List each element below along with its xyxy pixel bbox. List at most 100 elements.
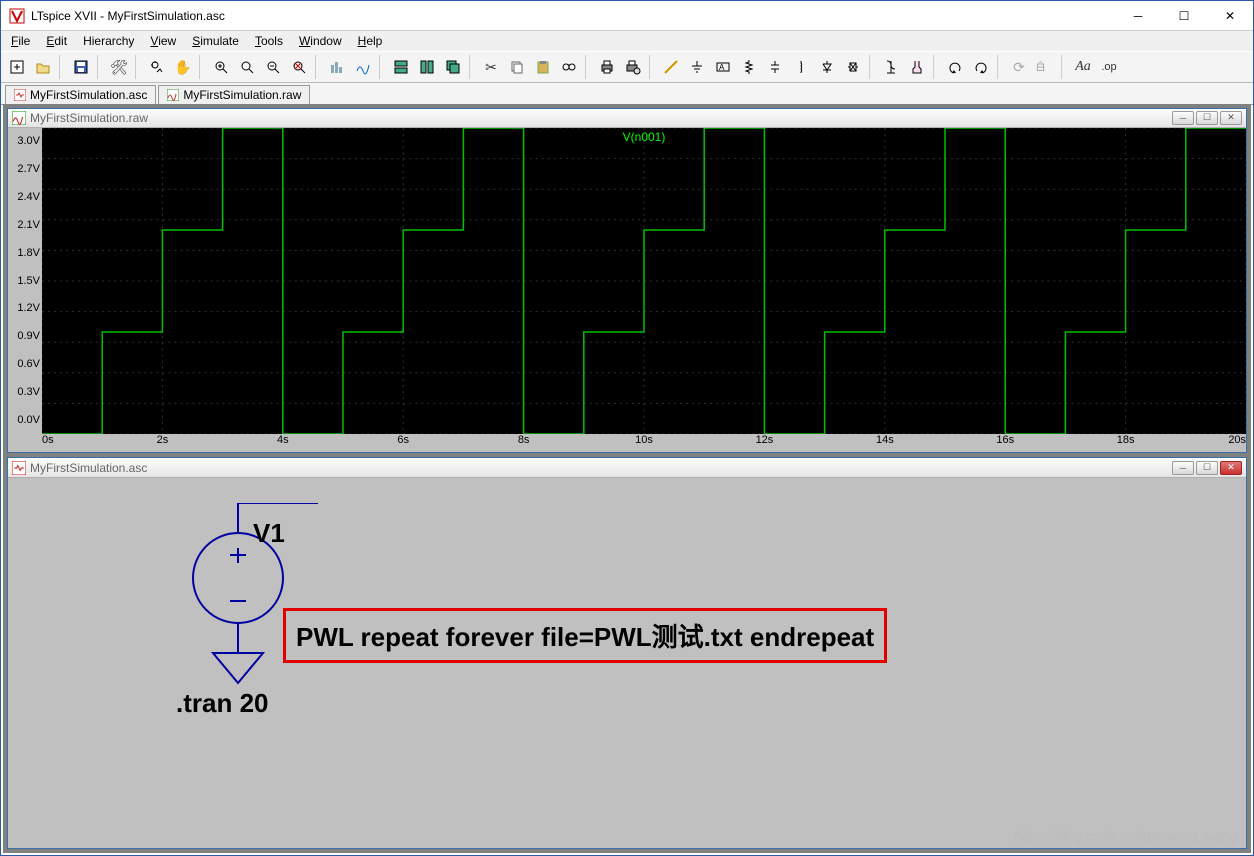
control-panel-icon[interactable]: 🛠 [107,55,131,79]
cascade-icon[interactable] [441,55,465,79]
cut-icon[interactable]: ✂ [479,55,503,79]
zoom-in-icon[interactable] [209,55,233,79]
zoom-fit-icon[interactable] [287,55,311,79]
y-axis[interactable]: 3.0V2.7V2.4V2.1V1.8V1.5V1.2V0.9V0.6V0.3V… [8,128,42,434]
print-icon[interactable] [595,55,619,79]
undo-icon[interactable] [943,55,967,79]
x-axis[interactable]: 0s2s4s6s8s10s12s14s16s18s20s [8,434,1246,452]
component-icon[interactable] [841,55,865,79]
new-schematic-icon[interactable] [5,55,29,79]
y-tick: 2.4V [8,182,42,210]
panel-maximize-button[interactable]: ☐ [1196,461,1218,475]
print-setup-icon[interactable] [621,55,645,79]
zoom-out-icon[interactable] [261,55,285,79]
tab-raw-label: MyFirstSimulation.raw [183,88,301,102]
close-button[interactable]: ✕ [1207,1,1253,31]
plot-panel: MyFirstSimulation.raw ─ ☐ ✕ 3.0V2.7V2.4V… [7,108,1247,453]
y-tick: 1.8V [8,238,42,266]
y-tick: 1.5V [8,266,42,294]
ground-icon[interactable] [685,55,709,79]
pan-icon[interactable] [235,55,259,79]
menu-window[interactable]: Window [293,32,348,50]
y-tick: 0.9V [8,322,42,350]
y-tick: 1.2V [8,294,42,322]
x-tick: 10s [584,434,704,452]
menu-hierarchy[interactable]: Hierarchy [77,32,140,50]
menu-view[interactable]: View [144,32,182,50]
menu-help[interactable]: Help [352,32,389,50]
panel-maximize-button[interactable]: ☐ [1196,111,1218,125]
tile-horz-icon[interactable] [389,55,413,79]
watermark: https://blog.csdn.net/gaoyong_wang [1014,828,1238,844]
y-tick: 0.3V [8,378,42,406]
mirror-icon[interactable]: ÉÉ [1033,55,1057,79]
x-tick: 14s [825,434,945,452]
tran-directive[interactable]: .tran 20 [176,688,269,719]
open-icon[interactable] [31,55,55,79]
trace-label[interactable]: V(n001) [623,130,666,144]
pwl-directive-highlight[interactable]: PWL repeat forever file=PWL测试.txt endrep… [283,608,887,663]
maximize-button[interactable]: ☐ [1161,1,1207,31]
app-icon [9,8,25,24]
x-tick: 8s [463,434,583,452]
save-icon[interactable] [69,55,93,79]
wave-icon [167,89,179,101]
x-tick: 6s [343,434,463,452]
inductor-icon[interactable] [789,55,813,79]
work-area: MyFirstSimulation.raw ─ ☐ ✕ 3.0V2.7V2.4V… [3,104,1251,853]
x-tick: 16s [945,434,1065,452]
title-bar: LTspice XVII - MyFirstSimulation.asc ─ ☐… [1,1,1253,31]
x-tick: 12s [704,434,824,452]
menu-simulate[interactable]: Simulate [186,32,245,50]
menu-file[interactable]: File [5,32,36,50]
plot-panel-titlebar: MyFirstSimulation.raw ─ ☐ ✕ [8,109,1246,128]
drag-icon[interactable] [905,55,929,79]
plot-area[interactable]: 3.0V2.7V2.4V2.1V1.8V1.5V1.2V0.9V0.6V0.3V… [8,128,1246,434]
tab-asc[interactable]: MyFirstSimulation.asc [5,85,156,104]
component-label[interactable]: V1 [253,518,285,549]
text-icon[interactable]: Aa [1071,55,1095,79]
panel-minimize-button[interactable]: ─ [1172,111,1194,125]
spice-directive-icon[interactable]: .op [1097,55,1121,79]
circuit-icon [12,461,26,475]
rotate-icon[interactable]: ⟳ [1007,55,1031,79]
menu-edit[interactable]: Edit [40,32,73,50]
copy-icon[interactable] [505,55,529,79]
redo-icon[interactable] [969,55,993,79]
window-controls: ─ ☐ ✕ [1115,1,1253,31]
menu-bar: File Edit Hierarchy View Simulate Tools … [1,31,1253,51]
y-tick: 0.0V [8,406,42,434]
find-icon[interactable] [557,55,581,79]
document-tabs: MyFirstSimulation.asc MyFirstSimulation.… [1,83,1253,105]
add-trace-icon[interactable] [351,55,375,79]
x-tick: 4s [223,434,343,452]
schematic-canvas[interactable]: V1 PWL repeat forever file=PWL测试.txt end… [8,478,1246,848]
run-icon[interactable] [145,55,169,79]
diode-icon[interactable] [815,55,839,79]
x-tick: 20s [1186,434,1246,452]
plot-panel-title: MyFirstSimulation.raw [30,111,1170,125]
panel-close-button[interactable]: ✕ [1220,461,1242,475]
menu-tools[interactable]: Tools [249,32,289,50]
panel-minimize-button[interactable]: ─ [1172,461,1194,475]
label-net-icon[interactable]: A [711,55,735,79]
resistor-icon[interactable] [737,55,761,79]
paste-icon[interactable] [531,55,555,79]
schematic-panel: MyFirstSimulation.asc ─ ☐ ✕ V1 PWL repea… [7,457,1247,849]
schematic-panel-titlebar: MyFirstSimulation.asc ─ ☐ ✕ [8,458,1246,478]
tile-vert-icon[interactable] [415,55,439,79]
capacitor-icon[interactable] [763,55,787,79]
draw-wire-icon[interactable] [659,55,683,79]
autorange-icon[interactable] [325,55,349,79]
move-icon[interactable] [879,55,903,79]
waveform[interactable] [42,128,1246,434]
wave-icon [12,111,26,125]
circuit-icon [14,89,26,101]
panel-close-button[interactable]: ✕ [1220,111,1242,125]
schematic-panel-title: MyFirstSimulation.asc [30,461,1170,475]
tab-raw[interactable]: MyFirstSimulation.raw [158,85,310,104]
minimize-button[interactable]: ─ [1115,1,1161,31]
halt-icon[interactable]: ✋ [171,55,195,79]
tab-asc-label: MyFirstSimulation.asc [30,88,147,102]
y-tick: 3.0V [8,128,42,155]
